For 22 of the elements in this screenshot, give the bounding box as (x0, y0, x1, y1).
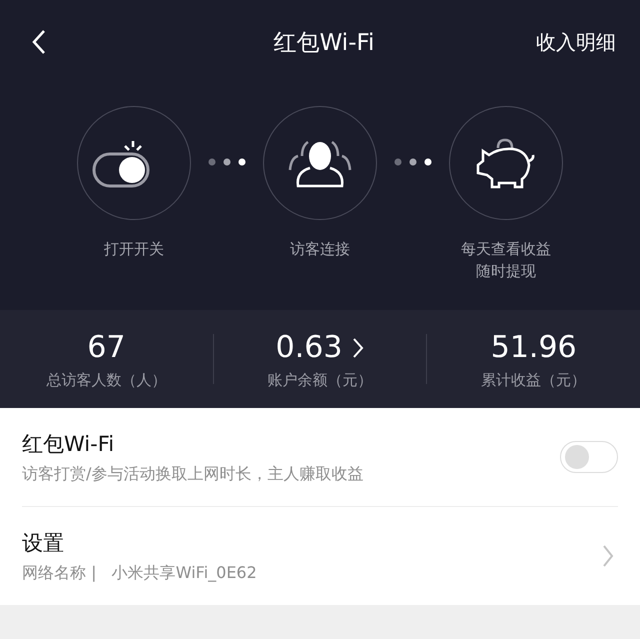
stat-value[interactable]: 0.63 (276, 328, 342, 366)
setting-title: 设置 (22, 530, 65, 556)
page-title: 红包Wi-Fi (274, 28, 374, 58)
step-label: 打开开关 (104, 239, 164, 260)
setting-description: 网络名称 | 小米共享WiFi_0E62 (22, 562, 257, 584)
setting-description: 访客打赏/参与活动换取上网时长，主人赚取收益 (22, 464, 364, 484)
step-label: 访客连接 (290, 239, 350, 260)
stat-value: 67 (87, 328, 126, 366)
progress-dots-icon (208, 158, 246, 166)
income-details-link[interactable]: 收入明细 (536, 28, 616, 56)
setting-title: 红包Wi-Fi (22, 430, 116, 458)
progress-dots-icon (394, 158, 432, 166)
stat-value: 51.96 (490, 328, 577, 366)
piggy-bank-icon (475, 137, 537, 189)
back-icon[interactable] (32, 29, 46, 55)
step-label: 每天查看收益 (461, 239, 551, 260)
stat-label: 总访客人数（人） (46, 370, 166, 390)
stat-label: 账户余额（元） (268, 370, 372, 390)
toggle-switch[interactable] (560, 441, 618, 473)
step-label: 随时提现 (476, 261, 536, 282)
stat-label: 累计收益（元） (481, 370, 586, 390)
person-icon (288, 138, 352, 188)
